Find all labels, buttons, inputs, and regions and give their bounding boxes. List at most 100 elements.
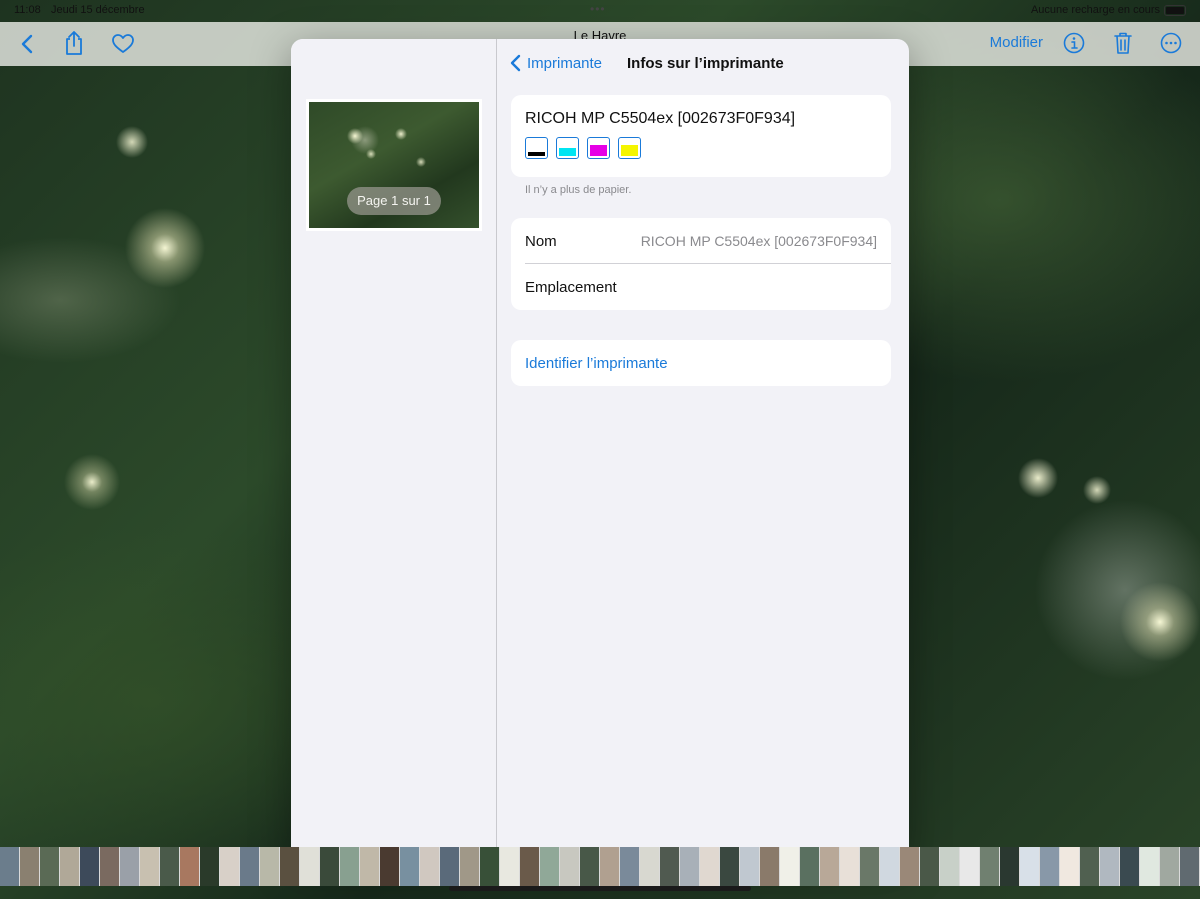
back-label: Imprimante (527, 54, 603, 72)
photo-thumbnail[interactable] (200, 847, 219, 886)
photo-thumbnail[interactable] (1120, 847, 1139, 886)
heart-icon[interactable] (111, 33, 135, 55)
identify-printer-label: Identifier l’imprimante (525, 355, 668, 372)
photo-thumbnail[interactable] (0, 847, 19, 886)
name-value: RICOH MP C5504ex [002673F0F934] (640, 233, 877, 249)
photo-thumbnail[interactable] (800, 847, 819, 886)
more-icon[interactable] (1160, 32, 1182, 54)
photo-thumbnail[interactable] (740, 847, 759, 886)
photo-thumbnail[interactable] (940, 847, 959, 886)
photo-thumbnail[interactable] (600, 847, 619, 886)
photo-thumbnail[interactable] (1140, 847, 1159, 886)
photo-thumbnail[interactable] (820, 847, 839, 886)
photo-thumbnail[interactable] (380, 847, 399, 886)
photo-thumbnail[interactable] (580, 847, 599, 886)
page-count-badge: Page 1 sur 1 (347, 187, 441, 215)
share-icon[interactable] (63, 30, 85, 56)
trash-icon[interactable] (1113, 31, 1133, 55)
page-preview[interactable]: Page 1 sur 1 (306, 99, 482, 231)
photo-thumbnail[interactable] (860, 847, 879, 886)
print-options-sheet: Page 1 sur 1 Imprimante Infos sur l’impr… (291, 39, 909, 860)
photo-thumbnail[interactable] (280, 847, 299, 886)
battery-icon (1164, 5, 1186, 16)
photo-thumbnail[interactable] (300, 847, 319, 886)
photo-thumbnail[interactable] (880, 847, 899, 886)
ink-level-cyan (556, 137, 579, 159)
photo-thumbnail[interactable] (620, 847, 639, 886)
back-chevron-icon[interactable] (16, 32, 38, 56)
photo-thumbnail[interactable] (460, 847, 479, 886)
print-preview-pane: Page 1 sur 1 (291, 39, 497, 860)
photo-thumbnail[interactable] (700, 847, 719, 886)
photo-thumbnail[interactable] (900, 847, 919, 886)
printer-name: RICOH MP C5504ex [002673F0F934] (525, 110, 796, 127)
photo-thumbnail[interactable] (480, 847, 499, 886)
photo-thumbnail[interactable] (760, 847, 779, 886)
printer-card: RICOH MP C5504ex [002673F0F934] (511, 95, 891, 177)
page-preview-image: Page 1 sur 1 (309, 102, 479, 228)
photo-thumbnail[interactable] (660, 847, 679, 886)
paper-status-note: Il n’y a plus de papier. (525, 184, 632, 196)
modify-button[interactable]: Modifier (990, 34, 1043, 51)
identify-printer-button[interactable]: Identifier l’imprimante (511, 340, 891, 386)
photo-thumbnail[interactable] (680, 847, 699, 886)
photo-thumbnail[interactable] (440, 847, 459, 886)
photo-thumbnail[interactable] (1060, 847, 1079, 886)
photo-thumbnail[interactable] (60, 847, 79, 886)
ink-levels (525, 137, 641, 159)
photo-thumbnail[interactable] (840, 847, 859, 886)
back-to-printer-button[interactable]: Imprimante (510, 54, 602, 72)
ink-fill-black (528, 152, 545, 156)
photo-thumbnail[interactable] (540, 847, 559, 886)
location-row: Emplacement (525, 264, 891, 310)
photo-thumbnail[interactable] (40, 847, 59, 886)
photo-thumbnail[interactable] (360, 847, 379, 886)
photo-thumbnail[interactable] (1080, 847, 1099, 886)
photo-thumbnail[interactable] (1040, 847, 1059, 886)
photo-thumbnail[interactable] (240, 847, 259, 886)
photo-thumbnail[interactable] (640, 847, 659, 886)
photo-thumbnail[interactable] (140, 847, 159, 886)
ink-level-magenta (587, 137, 610, 159)
photo-thumbnail[interactable] (520, 847, 539, 886)
photo-thumbnail[interactable] (500, 847, 519, 886)
photo-thumbnail[interactable] (560, 847, 579, 886)
name-label: Nom (525, 233, 557, 250)
photo-thumbnail[interactable] (320, 847, 339, 886)
photo-thumbnail[interactable] (720, 847, 739, 886)
thumbnail-strip[interactable] (0, 847, 1200, 886)
photo-thumbnail[interactable] (260, 847, 279, 886)
ink-level-yellow (618, 137, 641, 159)
ink-level-black (525, 137, 548, 159)
photo-thumbnail[interactable] (1180, 847, 1199, 886)
photo-thumbnail[interactable] (120, 847, 139, 886)
photo-thumbnail[interactable] (920, 847, 939, 886)
photo-thumbnail[interactable] (100, 847, 119, 886)
location-label: Emplacement (525, 279, 617, 296)
photo-thumbnail[interactable] (1160, 847, 1179, 886)
photo-thumbnail[interactable] (80, 847, 99, 886)
home-indicator[interactable] (449, 886, 751, 891)
photo-thumbnail[interactable] (1020, 847, 1039, 886)
info-icon[interactable] (1063, 32, 1085, 54)
status-bar: 11:08 Jeudi 15 décembre ••• Aucune recha… (0, 0, 1200, 22)
photo-thumbnail[interactable] (160, 847, 179, 886)
photo-thumbnail[interactable] (340, 847, 359, 886)
photo-thumbnail[interactable] (1100, 847, 1119, 886)
photo-thumbnail[interactable] (1000, 847, 1019, 886)
printer-info-pane: Imprimante Infos sur l’imprimante RICOH … (498, 39, 909, 860)
printer-details-card: Nom RICOH MP C5504ex [002673F0F934] Empl… (511, 218, 891, 310)
photo-thumbnail[interactable] (420, 847, 439, 886)
photo-thumbnail[interactable] (220, 847, 239, 886)
photo-thumbnail[interactable] (20, 847, 39, 886)
ink-fill-cyan (559, 148, 576, 156)
photo-thumbnail[interactable] (960, 847, 979, 886)
multitasking-dots-icon[interactable]: ••• (590, 2, 606, 16)
photo-thumbnail[interactable] (180, 847, 199, 886)
status-date: Jeudi 15 décembre (51, 4, 145, 16)
name-row: Nom RICOH MP C5504ex [002673F0F934] (525, 218, 891, 264)
photo-thumbnail[interactable] (780, 847, 799, 886)
photo-thumbnail[interactable] (400, 847, 419, 886)
charging-status: Aucune recharge en cours (1030, 4, 1160, 16)
photo-thumbnail[interactable] (980, 847, 999, 886)
